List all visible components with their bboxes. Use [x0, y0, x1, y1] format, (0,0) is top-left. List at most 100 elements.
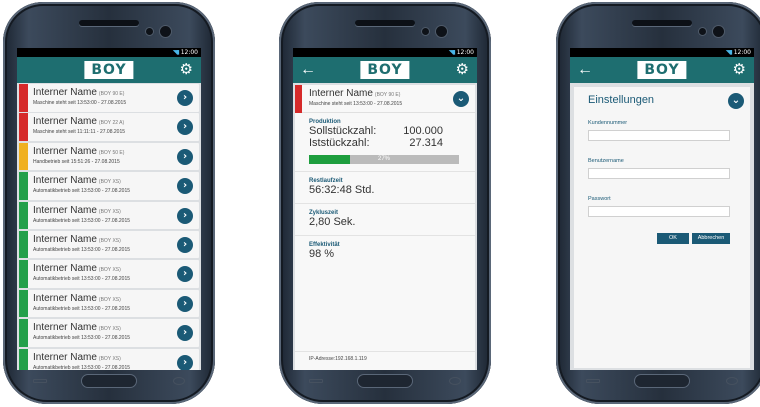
status-bar: ◥▮ 12:00: [17, 48, 201, 57]
machine-status: Maschine steht seit 13:53:00 - 27.08.201…: [33, 100, 127, 106]
status-bar: ◥▮ 12:00: [293, 48, 477, 57]
machine-name: Interner Name: [33, 175, 97, 187]
progress-text: 27%: [377, 156, 390, 162]
actual-label: Iststückzahl:: [309, 137, 370, 149]
machine-name: Interner Name: [33, 87, 97, 98]
chevron-right-icon[interactable]: ›: [177, 236, 193, 253]
machine-name: Interner Name: [309, 88, 373, 99]
chevron-right-icon[interactable]: ›: [177, 207, 193, 224]
status-color-bar: [19, 289, 28, 318]
back-arrow-icon[interactable]: ←: [577, 59, 593, 80]
actual-value: 27.314: [409, 137, 443, 149]
password-label: Passwort: [588, 196, 611, 202]
chevron-right-icon[interactable]: ›: [177, 148, 193, 165]
machine-model: (BOY XS): [98, 179, 121, 186]
sensor: [146, 28, 153, 35]
sensor: [699, 28, 706, 35]
back-key[interactable]: [726, 377, 738, 385]
machine-row[interactable]: Interner Name (BOY XS) Automatikbetrieb se…: [19, 201, 199, 230]
target-label: Sollstückzahl:: [309, 125, 377, 137]
machine-row[interactable]: Interner Name (BOY XS) Automatikbetrieb se…: [19, 260, 199, 288]
speaker-grille: [79, 20, 139, 26]
cycle-value: 2,80 Sek.: [309, 216, 356, 228]
sensor: [422, 28, 429, 35]
chevron-down-icon[interactable]: ⌄: [453, 91, 469, 107]
cancel-button[interactable]: Abbrechen: [692, 233, 730, 244]
machine-name: Interner Name: [33, 322, 97, 334]
chevron-right-icon[interactable]: ›: [177, 295, 193, 312]
gear-icon[interactable]: ⚙: [180, 60, 193, 80]
machine-name: Interner Name: [33, 263, 97, 275]
gear-icon[interactable]: ⚙: [733, 60, 746, 80]
machine-status: Automatikbetrieb seit 13:53:00 - 27.08.2…: [33, 305, 131, 312]
machine-row[interactable]: Interner Name (BOY XS) Automatikbetrieb se…: [19, 230, 199, 259]
machine-row[interactable]: Interner Name (BOY XS) Automatikbetrieb se…: [19, 319, 199, 347]
machine-list: Interner Name (BOY 90 E) Maschine steht se…: [17, 83, 201, 370]
chevron-right-icon[interactable]: ›: [177, 119, 193, 136]
password-field: Passwort: [588, 196, 730, 217]
signal-icon: ◥▮: [172, 49, 180, 56]
settings-screen: ◥▮ 12:00 ← BOY ⚙ Einstellungen ⌄ Kundennu…: [570, 48, 754, 370]
machine-model: (BOY 90 E): [374, 92, 401, 98]
machine-model: (BOY XS): [98, 237, 121, 244]
username-input[interactable]: [588, 168, 730, 179]
chevron-right-icon[interactable]: ›: [177, 90, 193, 106]
front-camera: [713, 26, 724, 37]
status-color-bar: [19, 113, 28, 141]
machine-row[interactable]: Interner Name (BOY 22 A) Maschine steht se…: [19, 113, 199, 141]
chevron-right-icon[interactable]: ›: [177, 354, 193, 370]
app-bar: ← BOY ⚙: [293, 57, 477, 83]
machine-model: (BOY XS): [98, 326, 121, 333]
status-color-bar: [19, 260, 28, 288]
machine-row[interactable]: Interner Name (BOY XS) Automatikbetrieb se…: [19, 289, 199, 318]
machine-row[interactable]: Interner Name (BOY 90 E) Maschine steht se…: [19, 84, 199, 112]
chevron-right-icon[interactable]: ›: [177, 266, 193, 283]
cycle-section: Zykluszeit 2,80 Sek.: [295, 204, 475, 236]
target-value: 100.000: [403, 125, 443, 137]
customer-input[interactable]: [588, 130, 730, 141]
machine-status: Automatikbetrieb seit 13:53:00 - 27.08.2…: [33, 276, 131, 283]
customer-label: Kundennummer: [588, 120, 628, 126]
speaker-grille: [355, 20, 415, 26]
production-section: Produktion Sollstückzahl: 100.000 Iststüc…: [295, 113, 475, 172]
machine-row[interactable]: Interner Name (BOY XS) Automatikbetrieb se…: [19, 348, 199, 370]
home-button[interactable]: [357, 374, 413, 388]
ok-button[interactable]: OK: [657, 233, 689, 244]
settings-card: Einstellungen ⌄ Kundennummer Benutzernam…: [574, 87, 750, 368]
detail-screen: ◥▮ 12:00 ← BOY ⚙ Interner Name (BOY 90 E) …: [293, 48, 477, 370]
machine-model: (BOY 50 E): [98, 149, 125, 156]
settings-title: Einstellungen: [588, 94, 655, 106]
machine-name: Interner Name: [33, 351, 97, 363]
chevron-right-icon[interactable]: ›: [177, 178, 193, 195]
gear-icon[interactable]: ⚙: [456, 60, 469, 80]
status-color-bar: [19, 348, 28, 370]
username-label: Benutzername: [588, 158, 624, 164]
back-arrow-icon[interactable]: ←: [300, 59, 316, 80]
machine-name: Interner Name: [33, 145, 97, 157]
machine-status: Maschine steht seit 11:11:11 - 27.08.201…: [33, 129, 126, 136]
chevron-right-icon[interactable]: ›: [177, 325, 193, 342]
chevron-down-icon[interactable]: ⌄: [728, 93, 744, 109]
home-button[interactable]: [81, 374, 137, 388]
machine-row[interactable]: Interner Name (BOY XS) Automatikbetrieb se…: [19, 172, 199, 200]
divider: [295, 351, 475, 352]
efficiency-value: 98 %: [309, 248, 335, 260]
back-key[interactable]: [173, 377, 185, 385]
home-button[interactable]: [634, 374, 690, 388]
menu-key[interactable]: [309, 379, 323, 383]
boy-logo: BOY: [360, 61, 410, 79]
status-bar: ◥▮ 12:00: [570, 48, 754, 57]
machine-model: (BOY XS): [98, 267, 121, 274]
username-field: Benutzername: [588, 158, 730, 179]
runtime-section: Restlaufzeit 56:32:48 Std.: [295, 172, 475, 204]
machine-row[interactable]: Interner Name (BOY 50 E) Handbetrieb seit …: [19, 142, 199, 171]
machine-model: (BOY XS): [98, 296, 121, 303]
back-key[interactable]: [449, 377, 461, 385]
machine-name: Interner Name: [33, 204, 97, 216]
ip-address: IP-Adresse:192.168.1.119: [309, 356, 367, 362]
machine-model: (BOY 90 E): [98, 91, 125, 97]
menu-key[interactable]: [33, 379, 47, 383]
password-input[interactable]: [588, 206, 730, 217]
menu-key[interactable]: [586, 379, 600, 383]
machine-status: Maschine steht seit 13:53:00 - 27.08.201…: [309, 101, 403, 107]
